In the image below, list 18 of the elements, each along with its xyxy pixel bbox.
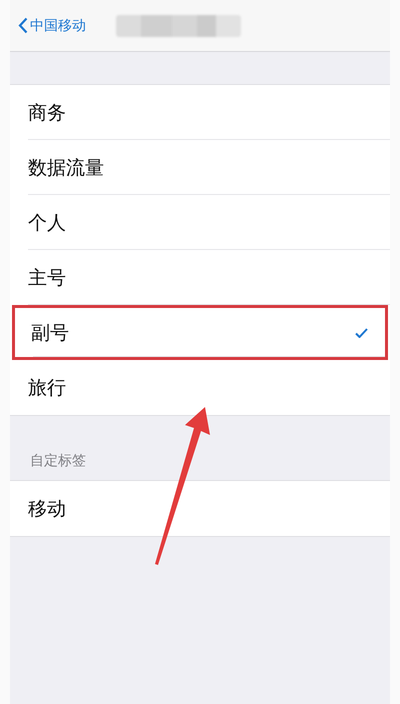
back-link[interactable]: 中国移动 xyxy=(18,16,86,34)
label-text: 主号 xyxy=(28,266,66,290)
label-text: 副号 xyxy=(31,320,69,346)
highlight-frame[interactable]: 副号 xyxy=(12,305,388,360)
label-text: 旅行 xyxy=(28,376,66,400)
list-item[interactable]: 移动 xyxy=(10,481,390,536)
chevron-left-icon xyxy=(18,17,28,34)
list-item[interactable]: 商务 xyxy=(10,85,390,140)
list-item[interactable]: 主号 xyxy=(10,250,390,305)
label-text: 个人 xyxy=(28,210,66,236)
label-text: 商务 xyxy=(28,100,66,126)
label-text: 移动 xyxy=(28,496,66,522)
list-item[interactable]: 数据流量 xyxy=(10,140,390,195)
checkmark-icon xyxy=(355,328,368,338)
section-header: 自定标签 xyxy=(29,452,87,471)
label-text: 数据流量 xyxy=(28,156,104,180)
list-item[interactable]: 旅行 xyxy=(10,360,390,415)
list-item[interactable]: 个人 xyxy=(10,195,390,250)
